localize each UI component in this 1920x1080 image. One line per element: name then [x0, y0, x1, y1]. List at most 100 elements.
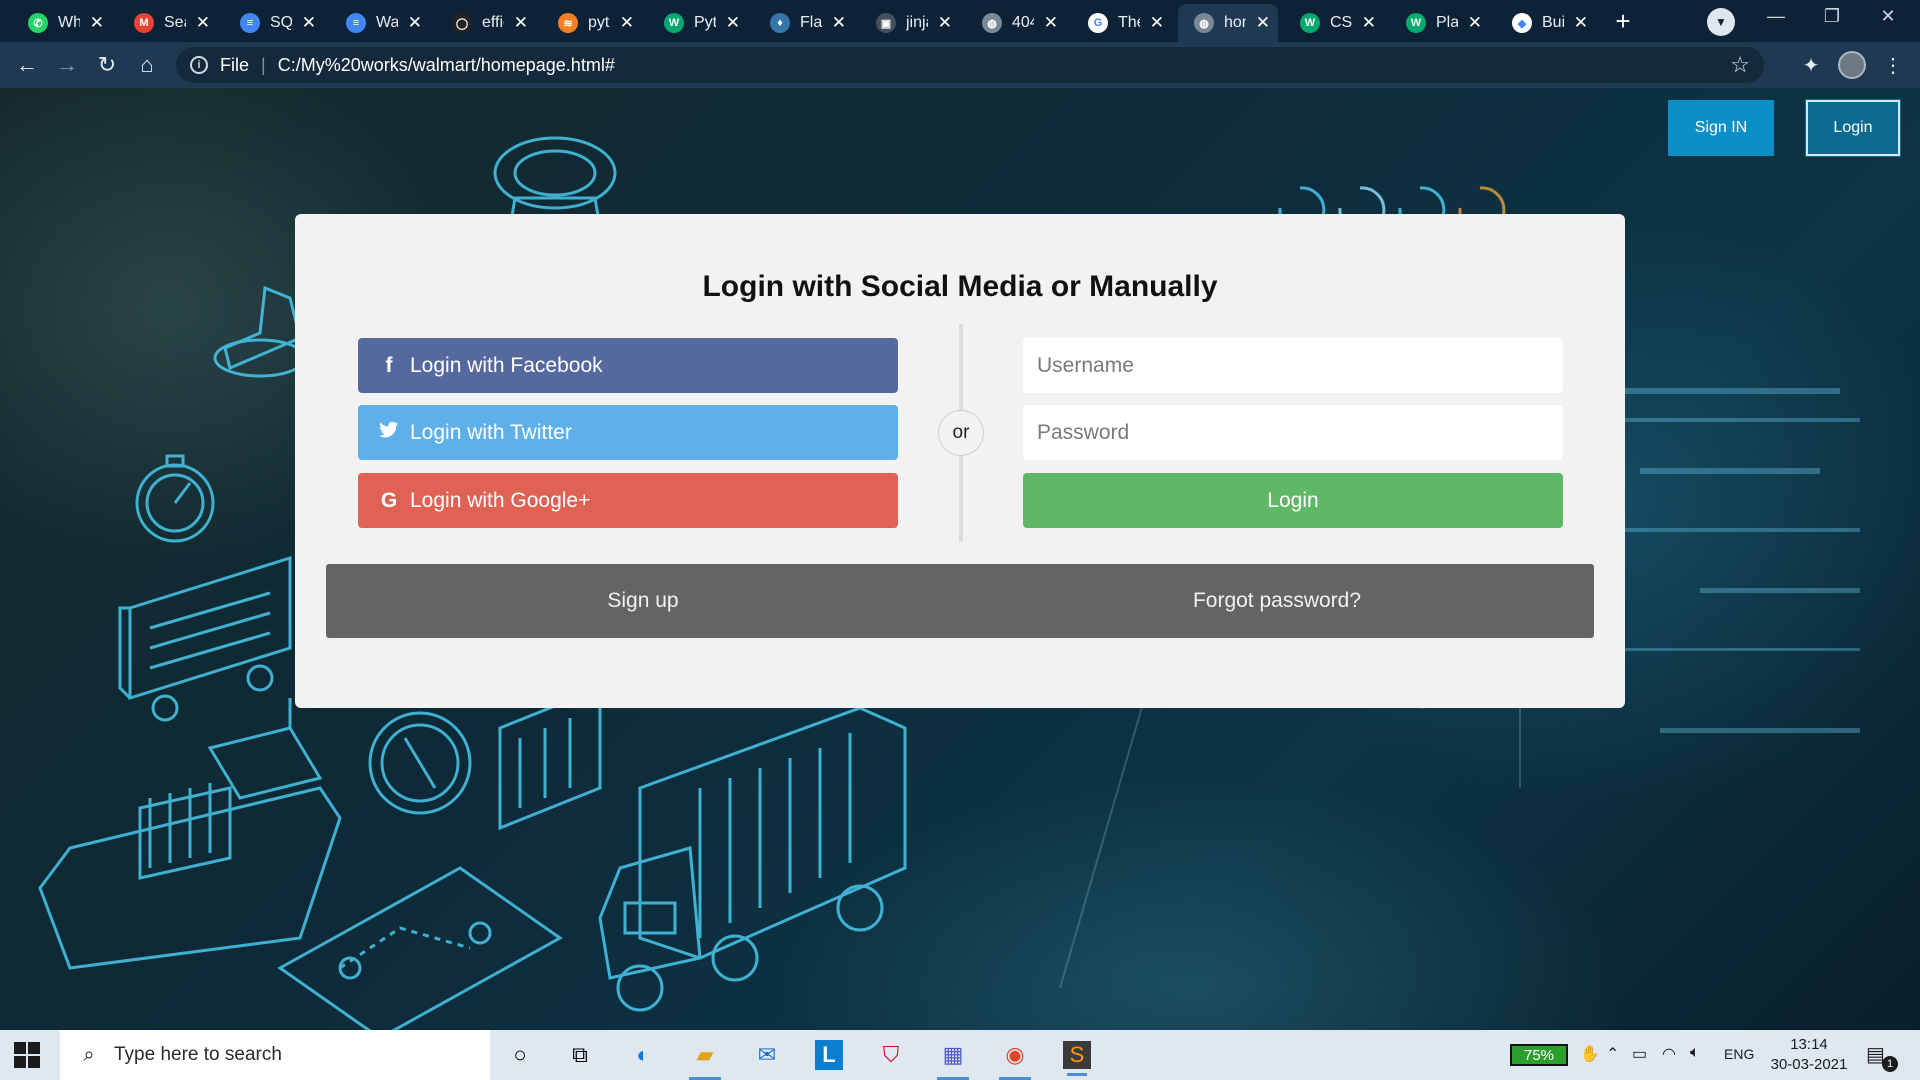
- login-google-button[interactable]: G Login with Google+: [358, 473, 898, 528]
- home-icon[interactable]: ⌂: [132, 50, 162, 80]
- menu-dots-icon[interactable]: ⋮: [1878, 50, 1908, 80]
- plane-drawing: [223, 285, 302, 371]
- browser-tab[interactable]: ◯ efficient ✕: [436, 4, 536, 42]
- tab-search-icon[interactable]: ▼: [1707, 8, 1735, 36]
- username-input[interactable]: [1023, 338, 1563, 393]
- language-indicator[interactable]: ENG: [1724, 1046, 1754, 1062]
- browser-tab[interactable]: ≋ python ✕: [542, 4, 642, 42]
- file-explorer-icon[interactable]: ▰: [685, 1037, 725, 1080]
- password-input[interactable]: [1023, 405, 1563, 460]
- show-hidden-icons[interactable]: ⌃: [1606, 1044, 1619, 1064]
- teams-icon[interactable]: ▦: [933, 1037, 973, 1080]
- tab-title: efficient: [482, 14, 504, 31]
- battery-indicator[interactable]: 75%: [1510, 1044, 1568, 1066]
- bookmark-star-icon[interactable]: ☆: [1730, 52, 1750, 78]
- tab-close-icon[interactable]: ✕: [302, 13, 316, 33]
- extensions-icon[interactable]: ✦: [1796, 50, 1826, 80]
- profile-avatar[interactable]: [1838, 51, 1866, 79]
- browser-tab[interactable]: W CSS ✕: [1284, 4, 1384, 42]
- browser-tab[interactable]: ◆ Build ✕: [1496, 4, 1596, 42]
- login-facebook-button[interactable]: f Login with Facebook: [358, 338, 898, 393]
- browser-tab[interactable]: ▣ jinja ✕: [860, 4, 960, 42]
- browser-tab[interactable]: W Python ✕: [648, 4, 748, 42]
- notification-center-icon[interactable]: ▤ 1: [1866, 1042, 1898, 1072]
- google-icon: G: [380, 488, 398, 512]
- browser-tab[interactable]: G The ✕: [1072, 4, 1172, 42]
- login-nav-button[interactable]: Login: [1805, 99, 1901, 157]
- url-bar[interactable]: i File | C:/My%20works/walmart/homepage.…: [176, 47, 1764, 83]
- forgot-password-link[interactable]: Forgot password?: [960, 564, 1594, 638]
- new-tab-button[interactable]: +: [1606, 6, 1640, 36]
- tab-close-icon[interactable]: ✕: [1362, 13, 1376, 33]
- tab-close-icon[interactable]: ✕: [832, 13, 846, 33]
- tab-title: 404: [1012, 14, 1034, 31]
- chrome-icon[interactable]: ◉: [995, 1037, 1035, 1080]
- browser-tab[interactable]: M Search ✕: [118, 4, 218, 42]
- cortana-icon[interactable]: ○: [500, 1037, 540, 1073]
- taskbar-search-box[interactable]: ⌕ Type here to search: [60, 1030, 490, 1080]
- whatsapp-icon: ✆: [28, 13, 48, 33]
- tab-close-icon[interactable]: ✕: [1574, 13, 1588, 33]
- tab-title: WhatsApp: [58, 14, 80, 31]
- tab-close-icon[interactable]: ✕: [620, 13, 634, 33]
- stackoverflow-icon: ≋: [558, 13, 578, 33]
- browser-tab[interactable]: W Play ✕: [1390, 4, 1490, 42]
- browser-tab[interactable]: ≡ Walmart ✕: [330, 4, 430, 42]
- tab-close-icon[interactable]: ✕: [196, 13, 210, 33]
- volume-icon[interactable]: 🔈︎: [1690, 1044, 1700, 1062]
- terminal-icon: ▣: [876, 13, 896, 33]
- browser-tab[interactable]: ✆ WhatsApp ✕: [12, 4, 112, 42]
- forward-icon[interactable]: →: [52, 50, 82, 80]
- touch-icon[interactable]: ✋: [1580, 1044, 1600, 1064]
- facebook-button-label: Login with Facebook: [410, 353, 603, 377]
- edge-icon[interactable]: ◐: [623, 1037, 663, 1073]
- taskbar-clock[interactable]: 13:14 30-03-2021: [1764, 1035, 1854, 1075]
- login-submit-button[interactable]: Login: [1023, 473, 1563, 528]
- tab-close-icon[interactable]: ✕: [938, 13, 952, 33]
- sublime-text-icon[interactable]: S: [1063, 1041, 1091, 1076]
- mail-icon[interactable]: ✉: [747, 1037, 787, 1073]
- tab-close-icon[interactable]: ✕: [90, 13, 104, 33]
- restore-icon[interactable]: ❐: [1812, 6, 1852, 27]
- site-info-icon[interactable]: i: [190, 56, 208, 74]
- docs-icon: ≡: [240, 13, 260, 33]
- bottom-links-bar: Sign up Forgot password?: [326, 564, 1594, 638]
- clock-time: 13:14: [1790, 1036, 1828, 1053]
- task-view-icon[interactable]: ⧉: [560, 1037, 600, 1073]
- browser-tab[interactable]: ≡ SQL ✕: [224, 4, 324, 42]
- mcafee-icon[interactable]: ⛉: [871, 1037, 911, 1073]
- tab-close-icon[interactable]: ✕: [1150, 13, 1164, 33]
- google-icon: G: [1088, 13, 1108, 33]
- tab-title: Build: [1542, 14, 1564, 31]
- tab-title: Python: [694, 14, 716, 31]
- url-separator: |: [261, 54, 266, 75]
- battery-icon[interactable]: ▭: [1632, 1044, 1647, 1064]
- twitter-icon: [378, 421, 400, 445]
- login-twitter-button[interactable]: Login with Twitter: [358, 405, 898, 460]
- browser-tab[interactable]: ♦ Flask ✕: [754, 4, 854, 42]
- back-icon[interactable]: ←: [12, 50, 42, 80]
- minimize-icon[interactable]: —: [1756, 6, 1796, 27]
- clock-date: 30-03-2021: [1770, 1056, 1848, 1073]
- windows-start-icon[interactable]: [14, 1042, 40, 1068]
- reload-icon[interactable]: ↻: [92, 50, 122, 80]
- sign-in-button[interactable]: Sign IN: [1668, 100, 1774, 156]
- tab-close-icon[interactable]: ✕: [408, 13, 422, 33]
- tab-close-icon[interactable]: ✕: [514, 13, 528, 33]
- login-card-title: Login with Social Media or Manually: [702, 270, 1218, 303]
- app-l-icon[interactable]: L: [815, 1040, 843, 1070]
- close-window-icon[interactable]: ✕: [1868, 6, 1908, 27]
- tab-title: python: [588, 14, 610, 31]
- tab-close-icon[interactable]: ✕: [1468, 13, 1482, 33]
- browser-tab[interactable]: ◍ 404 ✕: [966, 4, 1066, 42]
- tab-title: Walmart: [376, 14, 398, 31]
- browser-tab[interactable]: ◍ homepage ✕: [1178, 4, 1278, 42]
- tab-close-icon[interactable]: ✕: [726, 13, 740, 33]
- signup-link[interactable]: Sign up: [326, 564, 960, 638]
- tab-title: The: [1118, 14, 1140, 31]
- docs-icon: ≡: [346, 13, 366, 33]
- wifi-icon[interactable]: ◠: [1662, 1044, 1676, 1064]
- tab-close-icon[interactable]: ✕: [1044, 13, 1058, 33]
- tab-title: SQL: [270, 14, 292, 31]
- tab-close-icon[interactable]: ✕: [1256, 13, 1270, 33]
